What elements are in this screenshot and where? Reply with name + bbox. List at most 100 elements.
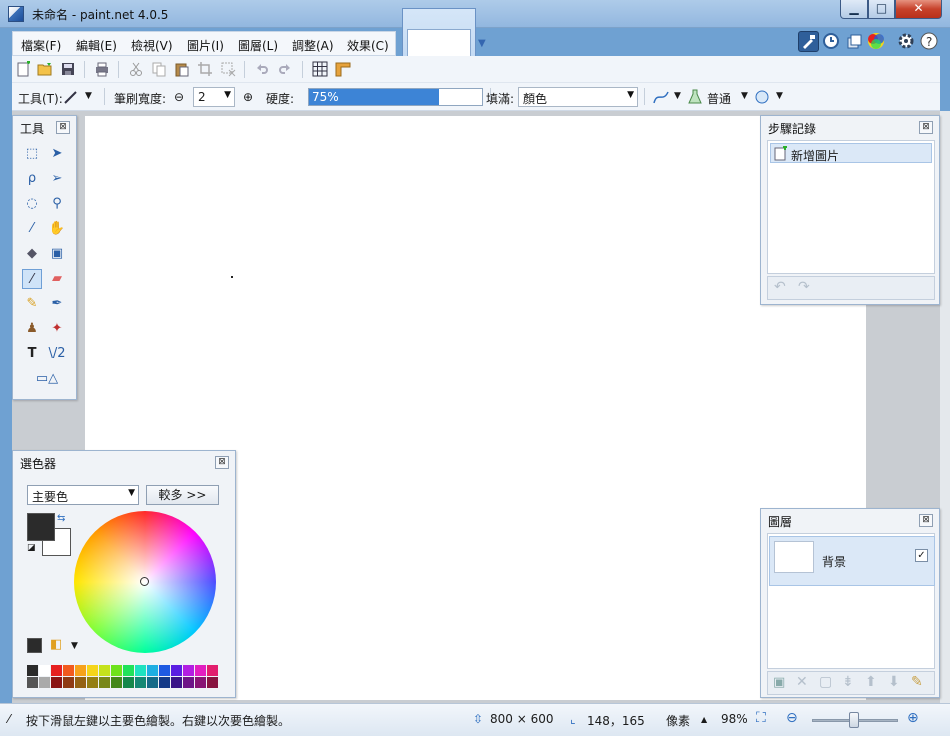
delete-layer-icon[interactable]: ✕	[796, 674, 808, 690]
palette-swatch[interactable]	[123, 665, 134, 676]
palette-swatch[interactable]	[39, 665, 50, 676]
history-item[interactable]: 新增圖片	[770, 143, 932, 163]
palette-swatch[interactable]	[123, 677, 134, 688]
brush-minus-icon[interactable]: ⊖	[174, 90, 184, 104]
magic-wand-icon[interactable]: ⁄	[22, 219, 42, 239]
palette-swatch[interactable]	[111, 677, 122, 688]
history-toggle-icon[interactable]	[821, 31, 842, 52]
hardness-slider[interactable]: 75%	[308, 88, 483, 106]
palette-swatch[interactable]	[99, 677, 110, 688]
save-icon[interactable]	[60, 61, 76, 77]
crop-icon[interactable]	[197, 61, 213, 77]
palette-swatch[interactable]	[159, 665, 170, 676]
palette-swatch[interactable]	[39, 677, 50, 688]
zoom-in-icon[interactable]: ⊕	[907, 710, 919, 726]
palette-swatch[interactable]	[147, 677, 158, 688]
close-button[interactable]: ✕	[895, 0, 942, 19]
paintbrush-tool-icon[interactable]: ⁄	[22, 269, 42, 289]
palette-swatch[interactable]	[75, 677, 86, 688]
paintbrush-icon[interactable]	[63, 89, 79, 105]
zoom-out-icon[interactable]: ⊖	[786, 710, 798, 726]
palette-swatch[interactable]	[51, 665, 62, 676]
zoom-icon[interactable]: ⚲	[47, 194, 67, 214]
move-layer-down-icon[interactable]: ⬇	[888, 674, 900, 690]
palette-swatch[interactable]	[63, 677, 74, 688]
minimize-button[interactable]: ▁	[840, 0, 868, 19]
grid-icon[interactable]	[312, 61, 328, 77]
color-picker-icon[interactable]: ✒	[47, 294, 67, 314]
color-mode-select[interactable]: 主要色 ▼	[27, 485, 139, 505]
layers-panel-close-icon[interactable]: ⊠	[919, 514, 933, 527]
ruler-icon[interactable]	[335, 61, 351, 77]
palette-swatch[interactable]	[87, 677, 98, 688]
unit-chevron-up-icon[interactable]: ▲	[701, 715, 707, 724]
palette-swatch[interactable]	[51, 677, 62, 688]
move-selection-icon[interactable]: ➢	[47, 169, 67, 189]
primary-color-swatch[interactable]	[27, 513, 55, 541]
chevron-down-icon[interactable]: ▼	[478, 38, 486, 49]
palette-swatch[interactable]	[207, 665, 218, 676]
blend-chevron-down-icon[interactable]: ▼	[741, 91, 748, 101]
move-selected-icon[interactable]: ➤	[47, 144, 67, 164]
menu-edit[interactable]: 編輯(E)	[76, 37, 117, 54]
palette-swatch[interactable]	[195, 665, 206, 676]
palette-swatch[interactable]	[183, 677, 194, 688]
menu-adjustments[interactable]: 調整(A)	[292, 37, 334, 54]
undo-icon[interactable]	[254, 61, 270, 77]
help-icon[interactable]: ?	[919, 31, 940, 52]
menu-effects[interactable]: 效果(C)	[347, 37, 389, 54]
reset-colors-icon[interactable]: ◪	[27, 543, 36, 553]
pan-hand-icon[interactable]: ✋	[47, 219, 67, 239]
tool-chevron-down-icon[interactable]: ▼	[85, 91, 92, 101]
zoom-to-window-icon[interactable]: ⛶	[756, 710, 766, 726]
color-palette[interactable]	[27, 665, 221, 689]
rectangle-select-icon[interactable]: ⬚	[22, 144, 42, 164]
clone-stamp-icon[interactable]: ♟	[22, 319, 42, 339]
lasso-select-icon[interactable]: ρ	[22, 169, 42, 189]
print-icon[interactable]	[94, 61, 110, 77]
move-layer-up-icon[interactable]: ⬆	[865, 674, 877, 690]
palette-swatch[interactable]	[171, 677, 182, 688]
menu-file[interactable]: 檔案(F)	[21, 37, 61, 54]
line-curve-icon[interactable]: \/2	[47, 344, 67, 364]
redo-icon[interactable]	[277, 61, 293, 77]
more-colors-button[interactable]: 較多 >>	[146, 485, 219, 505]
palette-swatch[interactable]	[63, 665, 74, 676]
palette-swatch[interactable]	[135, 677, 146, 688]
eraser-icon[interactable]: ▰	[47, 269, 67, 289]
palette-swatch[interactable]	[99, 665, 110, 676]
text-tool-icon[interactable]: T	[22, 344, 42, 364]
selection-mode-icon[interactable]	[754, 89, 770, 105]
palette-swatch[interactable]	[75, 665, 86, 676]
paste-icon[interactable]	[174, 61, 190, 77]
history-undo-icon[interactable]: ↶	[774, 279, 786, 295]
settings-gear-icon[interactable]	[896, 31, 917, 52]
history-redo-icon[interactable]: ↷	[798, 279, 810, 295]
palette-chevron-down-icon[interactable]: ▼	[71, 641, 78, 651]
blend-mode-value[interactable]: 普通	[707, 90, 731, 107]
zoom-slider-thumb[interactable]	[849, 712, 859, 728]
tools-toggle-icon[interactable]	[798, 31, 819, 52]
new-file-icon[interactable]	[16, 61, 32, 77]
merge-layer-down-icon[interactable]: ⇟	[842, 674, 854, 690]
menu-view[interactable]: 檢視(V)	[131, 37, 173, 54]
palette-swatch[interactable]	[207, 677, 218, 688]
paint-bucket-icon[interactable]: ◆	[22, 244, 42, 264]
shapes-icon[interactable]: ▭△	[27, 369, 67, 389]
palette-swatch[interactable]	[159, 677, 170, 688]
palette-swatch[interactable]	[195, 677, 206, 688]
colors-toggle-icon[interactable]	[866, 31, 887, 52]
layer-properties-icon[interactable]: ✎	[911, 674, 923, 690]
unit-selector[interactable]: 像素	[666, 712, 690, 729]
color-wheel[interactable]	[74, 511, 216, 653]
palette-swatch[interactable]	[27, 665, 38, 676]
palette-swatch[interactable]	[27, 677, 38, 688]
layers-toggle-icon[interactable]	[844, 31, 865, 52]
palette-swatch[interactable]	[135, 665, 146, 676]
antialias-chevron-down-icon[interactable]: ▼	[674, 91, 681, 101]
add-layer-icon[interactable]: ▣	[773, 675, 785, 690]
history-panel-close-icon[interactable]: ⊠	[919, 121, 933, 134]
tools-panel-close-icon[interactable]: ⊠	[56, 121, 70, 134]
vertical-scrollbar[interactable]	[940, 111, 950, 703]
cut-icon[interactable]	[128, 61, 144, 77]
